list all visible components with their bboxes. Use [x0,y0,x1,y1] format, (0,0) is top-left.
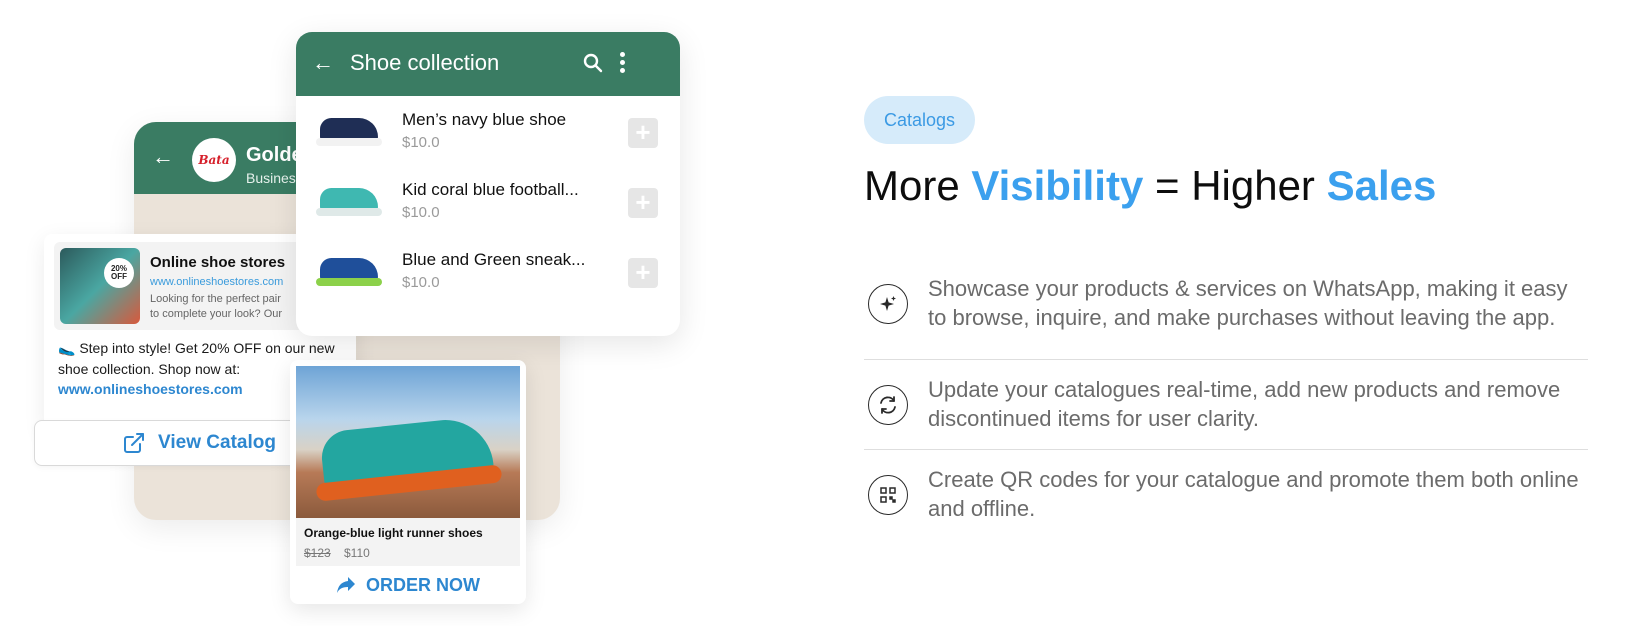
message-link[interactable]: www.onlineshoestores.com [58,381,243,397]
add-item-button[interactable]: + [628,188,658,218]
preview-thumbnail: 20% OFF [60,248,140,324]
back-arrow-icon[interactable]: ← [152,146,174,168]
feature-list: Showcase your products & services on Wha… [864,248,1588,540]
catalogs-badge: Catalogs [864,96,976,144]
order-now-button[interactable]: ORDER NOW [290,570,526,600]
shoe-sole [316,208,382,216]
item-name: Blue and Green sneak... [402,250,586,269]
collection-list: Men’s navy blue shoe $10.0 + Kid coral b… [296,96,680,306]
feature-text: Update your catalogues real-time, add ne… [928,376,1561,431]
feature-item: Showcase your products & services on Wha… [864,248,1588,360]
shoe-sole [316,278,382,286]
headline-text: = Higher [1143,162,1327,209]
collection-phone: ← Shoe collection Men’s navy blue shoe $… [296,32,680,336]
search-icon[interactable] [582,52,604,74]
headline-accent: Sales [1326,162,1437,209]
shoe-thumbnail [312,104,386,158]
headline-accent: Visibility [971,162,1144,209]
back-arrow-icon[interactable]: ← [312,52,334,74]
item-price: $10.0 [402,134,440,151]
preview-url: www.onlineshoestores.com [150,276,284,288]
item-name: Kid coral blue football... [402,180,579,199]
business-subtitle: Busines [246,170,296,186]
catalog-illustration: ← Bata Golde Busines 20% OFF Online shoe… [0,0,760,626]
feature-text: Create QR codes for your catalogue and p… [928,467,1579,521]
item-price: $10.0 [402,204,440,221]
qr-code-icon [868,475,908,515]
product-info: Orange-blue light runner shoes $123 $110 [296,518,520,566]
product-price: $110 [344,546,370,560]
collection-item[interactable]: Men’s navy blue shoe $10.0 + [296,96,680,166]
add-item-button[interactable]: + [628,118,658,148]
collection-header: ← Shoe collection [296,32,680,96]
product-name: Orange-blue light runner shoes [304,526,483,540]
shoe-thumbnail [312,244,386,298]
feature-item: Update your catalogues real-time, add ne… [864,360,1588,450]
product-old-price: $123 [304,546,331,560]
headline-text: More [864,162,972,209]
refresh-icon [868,384,908,425]
collection-item[interactable]: Kid coral blue football... $10.0 + [296,166,680,236]
collection-item[interactable]: Blue and Green sneak... $10.0 + [296,236,680,306]
collection-title: Shoe collection [350,50,500,75]
item-name: Men’s navy blue shoe [402,110,567,129]
product-image [296,366,520,518]
preview-title: Online shoe stores [150,254,286,271]
external-link-icon [124,433,145,453]
feature-text: Showcase your products & services on Wha… [928,275,1568,330]
feature-item: Create QR codes for your catalogue and p… [864,450,1588,540]
view-catalog-label: View Catalog [158,432,276,453]
headline: More Visibility = Higher Sales [864,162,1436,210]
more-vertical-icon[interactable] [616,50,628,76]
business-name: Golde [246,144,303,166]
shoe-sole [316,138,382,146]
add-item-button[interactable]: + [628,258,658,288]
order-now-label: ORDER NOW [366,574,480,595]
product-card: Orange-blue light runner shoes $123 $110… [290,360,526,604]
discount-badge: 20% OFF [104,258,134,288]
business-avatar: Bata [192,138,236,182]
sparkle-icon [868,283,908,324]
share-forward-icon [337,577,355,593]
item-price: $10.0 [402,274,440,291]
shoe-thumbnail [312,174,386,228]
feature-section: Catalogs More Visibility = Higher Sales … [864,0,1594,626]
